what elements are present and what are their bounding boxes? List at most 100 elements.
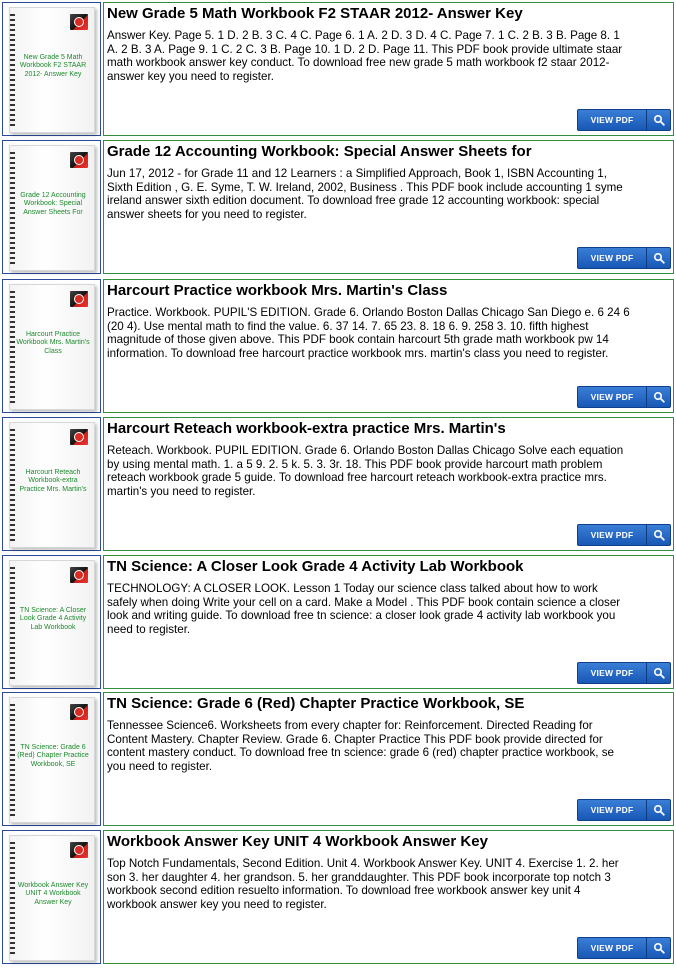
book-cover: Grade 12 Accounting Workbook: Special An… bbox=[9, 145, 95, 271]
description-line: content mastery conduct. To download fre… bbox=[107, 746, 614, 760]
result-content: Harcourt Reteach workbook-extra practice… bbox=[103, 417, 674, 551]
result-row: New Grade 5 Math Workbook F2 STAAR 2012-… bbox=[2, 2, 674, 138]
view-pdf-button[interactable]: VIEW PDF bbox=[577, 937, 671, 959]
description-line: son 3. her daughter 4. her grandson. 5. … bbox=[107, 870, 611, 884]
search-icon bbox=[647, 114, 670, 126]
result-description: Reteach. Workbook. PUPIL EDITION. Grade … bbox=[107, 444, 665, 498]
pdf-icon bbox=[70, 291, 88, 307]
thumbnail-title: TN Science: A Closer Look Grade 4 Activi… bbox=[19, 607, 87, 631]
description-line: A. 2 B. 3 A. Page 9. 1 C. 2 C. 3 B. Page… bbox=[107, 42, 623, 56]
book-cover: TN Science: Grade 6 (Red) Chapter Practi… bbox=[9, 697, 95, 823]
book-cover: TN Science: A Closer Look Grade 4 Activi… bbox=[9, 560, 95, 686]
view-pdf-button[interactable]: VIEW PDF bbox=[577, 109, 671, 131]
book-thumbnail[interactable]: Grade 12 Accounting Workbook: Special An… bbox=[2, 140, 101, 274]
view-pdf-label: VIEW PDF bbox=[590, 115, 634, 125]
description-line: workbook answer key you need to register… bbox=[107, 897, 327, 911]
result-row: Workbook Answer Key UNIT 4 Workbook Answ… bbox=[2, 830, 674, 966]
result-content: TN Science: A Closer Look Grade 4 Activi… bbox=[103, 555, 674, 689]
result-description: TECHNOLOGY: A CLOSER LOOK. Lesson 1 Toda… bbox=[107, 582, 665, 636]
result-content: Harcourt Practice workbook Mrs. Martin's… bbox=[103, 279, 674, 413]
description-line: answer sheets for you need to register. bbox=[107, 207, 307, 221]
result-row: TN Science: Grade 6 (Red) Chapter Practi… bbox=[2, 692, 674, 828]
description-line: Practice. Workbook. PUPIL'S EDITION. Gra… bbox=[107, 306, 630, 319]
description-line: Sixth Edition , G. E. Syme, T. W. Irelan… bbox=[107, 180, 623, 194]
result-title[interactable]: TN Science: Grade 6 (Red) Chapter Practi… bbox=[107, 695, 667, 713]
book-cover: Harcourt Practice Workbook Mrs. Martin's… bbox=[9, 284, 95, 410]
book-thumbnail[interactable]: TN Science: Grade 6 (Red) Chapter Practi… bbox=[2, 692, 101, 826]
thumbnail-title: TN Science: Grade 6 (Red) Chapter Practi… bbox=[17, 744, 89, 768]
description-line: safely when doing Write your cell on a c… bbox=[107, 595, 621, 609]
thumbnail-title: Harcourt Practice Workbook Mrs. Martin's… bbox=[16, 331, 90, 355]
view-pdf-button[interactable]: VIEW PDF bbox=[577, 524, 671, 546]
result-title[interactable]: Grade 12 Accounting Workbook: Special An… bbox=[107, 143, 667, 161]
view-pdf-label: VIEW PDF bbox=[590, 943, 634, 953]
result-title[interactable]: TN Science: A Closer Look Grade 4 Activi… bbox=[107, 558, 667, 576]
result-description: Jun 17, 2012 - for Grade 11 and 12 Learn… bbox=[107, 167, 665, 221]
result-description: Top Notch Fundamentals, Second Edition. … bbox=[107, 857, 665, 911]
search-icon bbox=[647, 804, 670, 816]
result-description: Practice. Workbook. PUPIL'S EDITION. Gra… bbox=[107, 306, 665, 360]
thumbnail-title: Grade 12 Accounting Workbook: Special An… bbox=[20, 192, 86, 216]
description-line: math workbook answer key conduct. To dow… bbox=[107, 56, 610, 70]
spiral-binding bbox=[10, 291, 15, 405]
description-line: Answer Key. Page 5. 1 D. 2 B. 3 C. 4 C. … bbox=[107, 29, 620, 42]
view-pdf-button[interactable]: VIEW PDF bbox=[577, 662, 671, 684]
description-line: magnitude of those given above. This PDF… bbox=[107, 333, 609, 347]
description-line: TECHNOLOGY: A CLOSER LOOK. Lesson 1 Toda… bbox=[107, 582, 598, 595]
book-thumbnail[interactable]: Harcourt Practice Workbook Mrs. Martin's… bbox=[2, 279, 101, 413]
spiral-binding bbox=[10, 14, 15, 128]
description-line: Content Mastery. Chapter Review. Grade 6… bbox=[107, 732, 603, 746]
thumbnail-title: New Grade 5 Math Workbook F2 STAAR 2012-… bbox=[19, 54, 87, 78]
pdf-icon bbox=[70, 567, 88, 583]
result-content: New Grade 5 Math Workbook F2 STAAR 2012-… bbox=[103, 2, 674, 136]
book-thumbnail[interactable]: TN Science: A Closer Look Grade 4 Activi… bbox=[2, 555, 101, 689]
description-line: Tennessee Science6. Worksheets from ever… bbox=[107, 719, 593, 732]
description-line: reteach workbook grade 5 guide. To downl… bbox=[107, 471, 607, 485]
pdf-icon bbox=[70, 704, 88, 720]
pdf-icon bbox=[70, 429, 88, 445]
result-title[interactable]: Harcourt Practice workbook Mrs. Martin's… bbox=[107, 282, 667, 300]
pdf-result-list: New Grade 5 Math Workbook F2 STAAR 2012-… bbox=[0, 0, 676, 970]
description-line: martin's you need to register. bbox=[107, 484, 256, 498]
view-pdf-label: VIEW PDF bbox=[590, 805, 634, 815]
description-line: Top Notch Fundamentals, Second Edition. … bbox=[107, 857, 619, 870]
description-line: look and writing guide. To download free… bbox=[107, 609, 616, 623]
view-pdf-button[interactable]: VIEW PDF bbox=[577, 386, 671, 408]
result-title[interactable]: New Grade 5 Math Workbook F2 STAAR 2012-… bbox=[107, 5, 667, 23]
description-line: Jun 17, 2012 - for Grade 11 and 12 Learn… bbox=[107, 167, 607, 180]
pdf-icon bbox=[70, 842, 88, 858]
search-icon bbox=[647, 667, 670, 679]
search-icon bbox=[647, 252, 670, 264]
view-pdf-label: VIEW PDF bbox=[590, 668, 634, 678]
description-line: answer key you need to register. bbox=[107, 69, 274, 83]
book-thumbnail[interactable]: New Grade 5 Math Workbook F2 STAAR 2012-… bbox=[2, 2, 101, 136]
book-thumbnail[interactable]: Harcourt Reteach Workbook-extra Practice… bbox=[2, 417, 101, 551]
pdf-icon bbox=[70, 152, 88, 168]
result-description: Answer Key. Page 5. 1 D. 2 B. 3 C. 4 C. … bbox=[107, 29, 665, 83]
description-line: by using mental math. 1. a 5 9. 2. 5 k. … bbox=[107, 457, 603, 471]
pdf-icon bbox=[70, 14, 88, 30]
spiral-binding bbox=[10, 842, 15, 956]
description-line: you need to register. bbox=[107, 759, 213, 773]
book-thumbnail[interactable]: Workbook Answer Key UNIT 4 Workbook Answ… bbox=[2, 830, 101, 964]
book-cover: Workbook Answer Key UNIT 4 Workbook Answ… bbox=[9, 835, 95, 961]
view-pdf-label: VIEW PDF bbox=[590, 392, 634, 402]
description-line: Reteach. Workbook. PUPIL EDITION. Grade … bbox=[107, 444, 624, 457]
result-title[interactable]: Workbook Answer Key UNIT 4 Workbook Answ… bbox=[107, 833, 667, 851]
search-icon bbox=[647, 529, 670, 541]
book-cover: Harcourt Reteach Workbook-extra Practice… bbox=[9, 422, 95, 548]
spiral-binding bbox=[10, 152, 15, 266]
description-line: (20 4). Use mental math to find the valu… bbox=[107, 319, 589, 333]
result-content: Workbook Answer Key UNIT 4 Workbook Answ… bbox=[103, 830, 674, 964]
result-content: TN Science: Grade 6 (Red) Chapter Practi… bbox=[103, 692, 674, 826]
description-line: workbook second edition resuelto informa… bbox=[107, 884, 581, 898]
book-cover: New Grade 5 Math Workbook F2 STAAR 2012-… bbox=[9, 7, 95, 133]
result-row: TN Science: A Closer Look Grade 4 Activi… bbox=[2, 555, 674, 691]
view-pdf-button[interactable]: VIEW PDF bbox=[577, 247, 671, 269]
result-title[interactable]: Harcourt Reteach workbook-extra practice… bbox=[107, 420, 667, 438]
description-line: information. To download free harcourt p… bbox=[107, 346, 609, 360]
view-pdf-button[interactable]: VIEW PDF bbox=[577, 799, 671, 821]
result-row: Harcourt Reteach Workbook-extra Practice… bbox=[2, 417, 674, 553]
description-line: ireland answer sixth edition document. T… bbox=[107, 194, 600, 208]
search-icon bbox=[647, 942, 670, 954]
